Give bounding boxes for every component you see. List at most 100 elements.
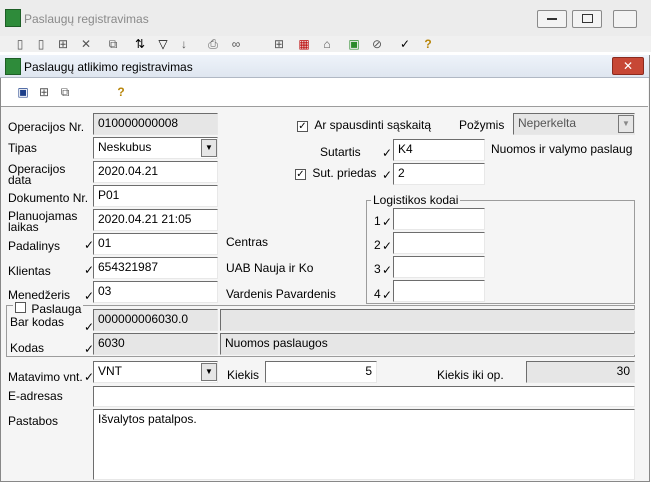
matavimo-label: Matavimo vnt. [8,370,83,384]
doc-icon[interactable]: ▯ [34,37,48,51]
dialog-copy-icon[interactable]: ⧉ [58,85,72,99]
logistikos-field-2[interactable] [393,232,485,254]
tree-icon[interactable]: ⊞ [56,37,70,51]
logistikos-check-icon-4: ✓ [382,288,393,302]
kodas-label: Kodas [10,341,45,355]
pastabos-textarea[interactable]: Išvalytos patalpos. [93,409,635,480]
calendar-icon[interactable]: ▦ [297,37,311,51]
sort-icon[interactable]: ⇅ [133,37,147,51]
minimize-button[interactable] [537,10,567,28]
save-icon[interactable]: ▣ [16,85,30,99]
delete-icon[interactable]: ✕ [79,37,93,51]
dialog-help-icon[interactable]: ? [114,85,128,99]
logistikos-check-icon-3: ✓ [382,263,393,277]
print-icon[interactable]: ⎙ [206,37,220,51]
close-icon: ✕ [622,59,634,73]
menedzeris-field[interactable]: 03 [93,281,218,303]
padalinys-label: Padalinys [8,239,61,253]
sort-az-icon[interactable]: ↓ [177,37,191,51]
klientas-field[interactable]: 654321987 [93,257,218,279]
kodas-field: 6030 [93,333,218,355]
kodas-name-field: Nuomos paslaugos [220,333,635,355]
dokumento-nr-field[interactable]: P01 [93,185,218,207]
bar-kodas-extra-field [220,309,635,331]
filter-icon[interactable]: ▽ [156,37,170,51]
logistikos-field-4[interactable] [393,280,485,302]
paslauga-checkbox-row[interactable]: Paslauga [13,302,84,316]
paslauga-label: Paslauga [31,302,82,316]
copy-icon[interactable]: ⧉ [106,37,120,51]
logistikos-num-2: 2 [374,238,381,252]
pozymis-chevron-down-icon: ▼ [618,115,634,133]
sut-priedas-checkbox-row[interactable]: ✓ Sut. priedas [295,166,376,180]
background-window-title: Paslaugų registravimas [24,12,149,26]
maximize-button[interactable] [572,10,602,28]
dokumento-nr-label: Dokumento Nr. [8,191,89,205]
dialog-toolbar [1,78,648,107]
logistikos-check-icon-1: ✓ [382,215,393,229]
sut-priedas-checkbox[interactable]: ✓ [295,169,306,180]
planuojamas-laikas-label: Planuojamas laikas [8,209,78,234]
operacijos-data-label: Operacijos data [8,162,66,187]
help-icon[interactable]: ? [421,37,435,51]
e-adresas-label: E-adresas [8,389,63,403]
chevron-down-icon[interactable]: ▼ [201,139,217,157]
maximize-icon [581,14,593,23]
logistikos-num-1: 1 [374,214,381,228]
house-icon[interactable]: ⌂ [320,37,334,51]
pastabos-label: Pastabos [8,414,59,428]
export-icon[interactable]: ▣ [347,37,361,51]
app-icon [5,9,21,27]
sut-priedas-check-icon: ✓ [382,168,393,182]
kiekis-iki-field: 30 [526,361,635,383]
klientas-name: UAB Nauja ir Ko [226,261,314,275]
tipas-label: Tipas [8,141,37,155]
sut-priedas-field[interactable]: 2 [393,163,485,185]
logistikos-num-4: 4 [374,287,381,301]
tree2-icon[interactable]: ⊞ [272,37,286,51]
klientas-label: Klientas [8,264,51,278]
bar-kodas-label: Bar kodas [10,315,65,329]
binoculars-icon[interactable]: ∞ [229,37,243,51]
dialog-app-icon [5,58,21,75]
kiekis-field[interactable]: 5 [265,361,377,383]
minimize-icon [547,18,557,20]
sutartis-field[interactable]: K4 [393,139,485,161]
matavimo-chevron-down-icon[interactable]: ▼ [201,363,217,381]
sutartis-name: Nuomos ir valymo paslaug [491,142,633,156]
tipas-select[interactable]: Neskubus [93,137,218,159]
e-adresas-field[interactable] [93,386,635,407]
spausdinti-checkbox[interactable]: ✓ [297,121,308,132]
menedzeris-label: Menedžeris [8,288,71,302]
kiekis-label: Kiekis [227,368,260,382]
matavimo-select[interactable]: VNT [93,361,218,383]
bg-close-button[interactable] [613,10,637,28]
menedzeris-name: Vardenis Pavardenis [226,287,336,301]
operacijos-nr-field: 010000000008 [93,113,218,135]
new-doc-icon[interactable]: ▯ [13,37,27,51]
kiekis-iki-label: Kiekis iki op. [437,368,504,382]
paslauga-checkbox[interactable] [15,302,26,313]
pozymis-select: Neperkelta [513,113,635,135]
attach-icon[interactable]: ⊘ [370,37,384,51]
padalinys-name: Centras [226,235,269,249]
logistikos-field-1[interactable] [393,208,485,230]
logistikos-check-icon-2: ✓ [382,239,393,253]
sut-priedas-label: Sut. priedas [312,166,377,180]
dialog-title: Paslaugų atlikimo registravimas [24,60,193,74]
dialog-close-button[interactable]: ✕ [612,57,644,75]
check-icon[interactable]: ✓ [398,37,412,51]
padalinys-field[interactable]: 01 [93,233,218,255]
sutartis-label: Sutartis [320,145,361,159]
planuojamas-laikas-field[interactable]: 2020.04.21 21:05 [93,209,218,231]
spausdinti-label: Ar spausdinti sąskaitą [314,118,432,132]
bar-kodas-field: 000000006030.0 [93,309,218,331]
logistikos-field-3[interactable] [393,256,485,278]
operacijos-nr-label: Operacijos Nr. [8,120,85,134]
pozymis-label: Požymis [459,118,505,132]
spausdinti-checkbox-row[interactable]: ✓ Ar spausdinti sąskaitą [297,118,431,132]
logistikos-num-3: 3 [374,262,381,276]
dialog-titlebar: Paslaugų atlikimo registravimas [0,55,649,78]
dialog-tree-icon[interactable]: ⊞ [37,85,51,99]
operacijos-data-field[interactable]: 2020.04.21 [93,161,218,183]
